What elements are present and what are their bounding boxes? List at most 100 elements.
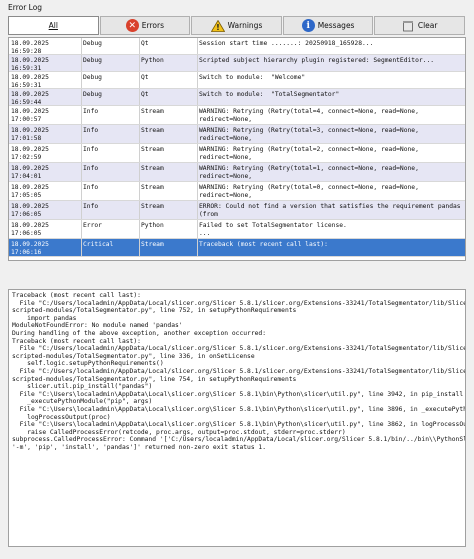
- table-row[interactable]: 18.09.2025 16:59:31 Debug Python Scripte…: [9, 55, 465, 72]
- detail-line: _executePythonModule("pip", args): [12, 398, 153, 406]
- detail-line: scripted-modules/TotalSegmentator.py", l…: [12, 375, 297, 383]
- row-category: Info: [81, 163, 139, 181]
- row-category: Info: [81, 106, 139, 124]
- row-time: 18.09.2025 16:59:31: [11, 57, 53, 71]
- detail-line: '-m', 'pip', 'install', 'pandas']' retur…: [12, 443, 267, 451]
- row-category: Debug: [81, 55, 139, 71]
- detail-line: File "C:/Users/localadmin/AppData/Local/…: [12, 367, 466, 375]
- row-category: Debug: [81, 72, 139, 88]
- splitter-area[interactable]: [8, 261, 466, 286]
- row-message: Traceback (most recent call last):: [197, 239, 465, 256]
- detail-line: import pandas: [12, 314, 77, 322]
- table-row[interactable]: 18.09.2025 17:04:01 Info Stream WARNING:…: [9, 163, 465, 182]
- detail-line: File "C:/Users/localadmin/AppData/Local/…: [12, 345, 466, 353]
- row-context: Stream: [139, 201, 197, 219]
- table-row[interactable]: 18.09.2025 17:01:58 Info Stream WARNING:…: [9, 125, 465, 144]
- row-message: Failed to set TotalSegmentator license. …: [197, 220, 465, 238]
- row-context: Qt: [139, 38, 197, 54]
- row-message: Switch to module: "Welcome": [197, 72, 465, 88]
- row-time: 18.09.2025 16:59:44: [11, 91, 53, 105]
- filter-all-button[interactable]: All: [8, 16, 99, 35]
- error-icon: ✕: [125, 19, 139, 32]
- filter-warnings-button[interactable]: ! Warnings: [191, 16, 282, 35]
- row-time: 18.09.2025 17:01:58: [11, 127, 53, 142]
- table-row-selected[interactable]: 18.09.2025 17:06:16 Critical Stream Trac…: [9, 239, 465, 257]
- row-time: 18.09.2025 17:06:05: [11, 222, 53, 237]
- filter-toolbar: All ✕ Errors ! Warnings i Messages Clear: [8, 16, 466, 36]
- row-time: 18.09.2025 16:59:31: [11, 74, 53, 88]
- row-context: Stream: [139, 182, 197, 200]
- row-category: Info: [81, 201, 139, 219]
- detail-line: File "C:\Users\localadmin\AppData\Local\…: [12, 390, 464, 398]
- detail-line: Traceback (most recent call last):: [12, 292, 141, 299]
- filter-messages-label: Messages: [317, 21, 355, 30]
- row-message: WARNING: Retrying (Retry(total=2, connec…: [197, 144, 465, 162]
- clear-label: Clear: [417, 21, 438, 30]
- warning-icon: !: [210, 19, 225, 32]
- detail-line: raise CalledProcessError(retcode, proc.a…: [12, 428, 346, 436]
- detail-line: self.logic.setupPythonRequirements(): [12, 360, 164, 368]
- filter-errors-label: Errors: [141, 21, 164, 30]
- filter-all-label: All: [48, 21, 58, 30]
- detail-line: Traceback (most recent call last):: [12, 337, 141, 345]
- detail-line: File "C:/Users/localadmin/AppData/Local/…: [12, 299, 466, 307]
- row-context: Stream: [139, 239, 197, 256]
- row-time: 18.09.2025 16:59:28: [11, 40, 53, 54]
- row-message: WARNING: Retrying (Retry(total=4, connec…: [197, 106, 465, 124]
- table-row[interactable]: 18.09.2025 17:05:05 Info Stream WARNING:…: [9, 182, 465, 201]
- detail-line: ModuleNotFoundError: No module named 'pa…: [12, 322, 183, 330]
- message-detail-panel[interactable]: Traceback (most recent call last): File …: [8, 289, 466, 547]
- svg-text:!: !: [216, 23, 220, 32]
- row-message: ERROR: Could not find a version that sat…: [197, 201, 465, 219]
- detail-line: scripted-modules/TotalSegmentator.py", l…: [12, 352, 255, 360]
- row-context: Stream: [139, 106, 197, 124]
- row-message: WARNING: Retrying (Retry(total=3, connec…: [197, 125, 465, 143]
- row-context: Qt: [139, 89, 197, 105]
- row-message: WARNING: Retrying (Retry(total=1, connec…: [197, 163, 465, 181]
- row-time: 18.09.2025 17:06:05: [11, 203, 53, 218]
- row-time: 18.09.2025 17:06:16: [11, 241, 53, 256]
- detail-line: scripted-modules/TotalSegmentator.py", l…: [12, 307, 297, 315]
- row-context: Python: [139, 55, 197, 71]
- row-context: Stream: [139, 163, 197, 181]
- table-row[interactable]: 18.09.2025 17:06:05 Error Python Failed …: [9, 220, 465, 239]
- table-row[interactable]: 18.09.2025 16:59:31 Debug Qt Switch to m…: [9, 72, 465, 89]
- detail-line: File "C:\Users\localadmin\AppData\Local\…: [12, 421, 466, 429]
- table-row[interactable]: 18.09.2025 17:00:57 Info Stream WARNING:…: [9, 106, 465, 125]
- row-context: Python: [139, 220, 197, 238]
- row-category: Debug: [81, 38, 139, 54]
- log-table[interactable]: 18.09.2025 16:59:28 Debug Qt Session sta…: [8, 37, 466, 261]
- row-category: Info: [81, 125, 139, 143]
- row-category: Critical: [81, 239, 139, 256]
- row-message: Scripted subject hierarchy plugin regist…: [197, 55, 465, 71]
- filter-messages-button[interactable]: i Messages: [282, 16, 374, 35]
- detail-line: slicer.util.pip_install("pandas"): [12, 383, 153, 391]
- row-context: Qt: [139, 72, 197, 88]
- row-message: Switch to module: "TotalSegmentator": [197, 89, 465, 105]
- table-row[interactable]: 18.09.2025 17:02:59 Info Stream WARNING:…: [9, 144, 465, 163]
- row-context: Stream: [139, 125, 197, 143]
- row-context: Stream: [139, 144, 197, 162]
- row-category: Debug: [81, 89, 139, 105]
- clear-button[interactable]: Clear: [374, 16, 465, 35]
- detail-line: logProcessOutput(proc): [12, 413, 111, 421]
- detail-line: During handling of the above exception, …: [12, 329, 267, 337]
- row-category: Info: [81, 144, 139, 162]
- row-message: WARNING: Retrying (Retry(total=0, connec…: [197, 182, 465, 200]
- detail-line: subprocess.CalledProcessError: Command '…: [12, 436, 466, 444]
- detail-line: File "C:\Users\localadmin\AppData\Local\…: [12, 405, 466, 413]
- row-category: Info: [81, 182, 139, 200]
- clear-icon: [402, 19, 415, 32]
- table-row[interactable]: 18.09.2025 16:59:44 Debug Qt Switch to m…: [9, 89, 465, 106]
- filter-errors-button[interactable]: ✕ Errors: [99, 16, 191, 35]
- window-title: Error Log: [0, 0, 474, 16]
- filter-warnings-label: Warnings: [227, 21, 263, 30]
- table-row[interactable]: 18.09.2025 17:06:05 Info Stream ERROR: C…: [9, 201, 465, 220]
- row-message: Session start time .......: 20250918_165…: [197, 38, 465, 54]
- table-row[interactable]: 18.09.2025 16:59:28 Debug Qt Session sta…: [9, 38, 465, 55]
- info-icon: i: [301, 19, 315, 32]
- row-time: 18.09.2025 17:04:01: [11, 165, 53, 180]
- row-time: 18.09.2025 17:02:59: [11, 146, 53, 161]
- row-time: 18.09.2025 17:00:57: [11, 108, 53, 123]
- row-category: Error: [81, 220, 139, 238]
